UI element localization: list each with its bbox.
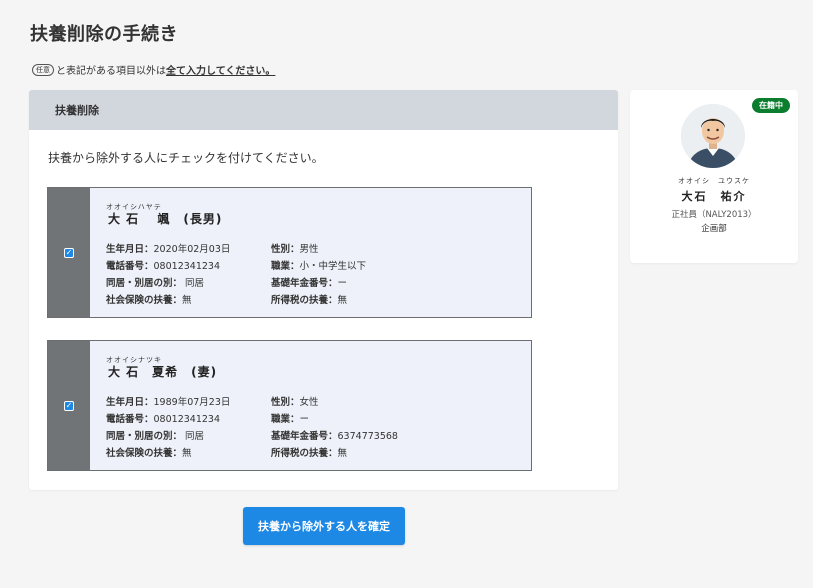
- field-label: 電話番号：: [106, 413, 154, 425]
- instruction-text: 扶養から除外する人にチェックを付けてください。: [48, 151, 324, 165]
- field-label: 基礎年金番号：: [271, 430, 338, 442]
- field-row: 社会保険の扶養：無 所得税の扶養：無: [106, 290, 436, 307]
- field-label: 所得税の扶養：: [271, 447, 338, 459]
- employee-position: 正社員（NALY2013）: [671, 210, 757, 220]
- field-value: 2020年02月03日: [153, 243, 231, 255]
- field-label: 基礎年金番号：: [271, 277, 338, 289]
- field-value: 同居: [182, 430, 205, 442]
- field-row: 生年月日：1989年07月23日 性別：女性: [106, 392, 436, 409]
- required-note: 任意 と表記がある項目以外は 全て入力してください。: [32, 62, 275, 77]
- dependent-card[interactable]: ✓ オオイシハヤテ 大 石 颯 (長男) 生年月日：2020年02月03日 性別…: [47, 187, 532, 318]
- checkbox-checked-icon[interactable]: ✓: [64, 400, 74, 411]
- checkbox-column[interactable]: ✓: [48, 341, 90, 470]
- field-row: 同居・別居の別： 同居 基礎年金番号：ー: [106, 273, 436, 290]
- note-emphasis: 全て入力してください。: [166, 66, 276, 77]
- employee-card: 在籍中 オオイシ ユウスケ 大石 祐介 正社員（NALY2013） 企画部: [630, 90, 798, 263]
- field-label: 同居・別居の別：: [106, 277, 183, 289]
- field-value: 女性: [299, 396, 319, 408]
- employee-department: 企画部: [701, 224, 727, 234]
- field-label: 社会保険の扶養：: [106, 294, 183, 306]
- dependent-removal-panel: 扶養削除 扶養から除外する人にチェックを付けてください。 ✓ オオイシハヤテ 大…: [29, 90, 618, 490]
- status-badge: 在籍中: [752, 98, 790, 113]
- panel-header: 扶養削除: [29, 90, 618, 130]
- field-label: 職業：: [271, 260, 300, 272]
- field-value: 1989年07月23日: [153, 396, 231, 408]
- dependent-name: 大 石 夏希 (妻): [108, 365, 218, 379]
- field-row: 電話番号：08012341234 職業：小・中学生以下: [106, 256, 436, 273]
- field-value: 男性: [299, 243, 319, 255]
- dependent-name: 大 石 颯 (長男): [108, 212, 223, 226]
- avatar: [681, 104, 745, 168]
- field-label: 所得税の扶養：: [271, 294, 338, 306]
- dependent-fields: 生年月日：1989年07月23日 性別：女性 電話番号：08012341234 …: [106, 392, 436, 460]
- checkbox-checked-icon[interactable]: ✓: [64, 247, 74, 258]
- field-label: 社会保険の扶養：: [106, 447, 183, 459]
- field-row: 同居・別居の別： 同居 基礎年金番号：6374773568: [106, 426, 436, 443]
- page-title: 扶養削除の手続き: [30, 24, 178, 45]
- dependent-fields: 生年月日：2020年02月03日 性別：男性 電話番号：08012341234 …: [106, 239, 436, 307]
- field-label: 生年月日：: [106, 243, 154, 255]
- employee-name: 大石 祐介: [681, 190, 747, 203]
- employee-kana: オオイシ ユウスケ: [678, 177, 750, 185]
- field-value: 同居: [182, 277, 205, 289]
- field-value: ー: [337, 277, 348, 289]
- field-label: 職業：: [271, 413, 300, 425]
- field-value: 無: [337, 447, 348, 459]
- field-value: 無: [337, 294, 348, 306]
- avatar-photo-icon: [681, 104, 745, 168]
- field-row: 電話番号：08012341234 職業：ー: [106, 409, 436, 426]
- confirm-removal-button[interactable]: 扶養から除外する人を確定: [243, 507, 405, 545]
- field-value: 08012341234: [153, 413, 221, 425]
- field-value: ー: [299, 413, 310, 425]
- field-value: 無: [182, 447, 192, 459]
- dependent-card[interactable]: ✓ オオイシナツキ 大 石 夏希 (妻) 生年月日：1989年07月23日 性別…: [47, 340, 532, 471]
- optional-badge: 任意: [32, 63, 54, 76]
- field-value: 08012341234: [153, 260, 221, 272]
- field-row: 生年月日：2020年02月03日 性別：男性: [106, 239, 436, 256]
- field-label: 性別：: [271, 396, 300, 408]
- field-row: 社会保険の扶養：無 所得税の扶養：無: [106, 443, 436, 460]
- field-label: 生年月日：: [106, 396, 154, 408]
- dependent-info: オオイシナツキ 大 石 夏希 (妻) 生年月日：1989年07月23日 性別：女…: [90, 341, 531, 470]
- checkbox-column[interactable]: ✓: [48, 188, 90, 317]
- field-label: 同居・別居の別：: [106, 430, 183, 442]
- field-value: 6374773568: [337, 430, 398, 442]
- note-text: と表記がある項目以外は: [56, 66, 166, 77]
- field-label: 性別：: [271, 243, 300, 255]
- field-value: 無: [182, 294, 192, 306]
- dependent-info: オオイシハヤテ 大 石 颯 (長男) 生年月日：2020年02月03日 性別：男…: [90, 188, 531, 317]
- field-value: 小・中学生以下: [299, 260, 367, 272]
- field-label: 電話番号：: [106, 260, 154, 272]
